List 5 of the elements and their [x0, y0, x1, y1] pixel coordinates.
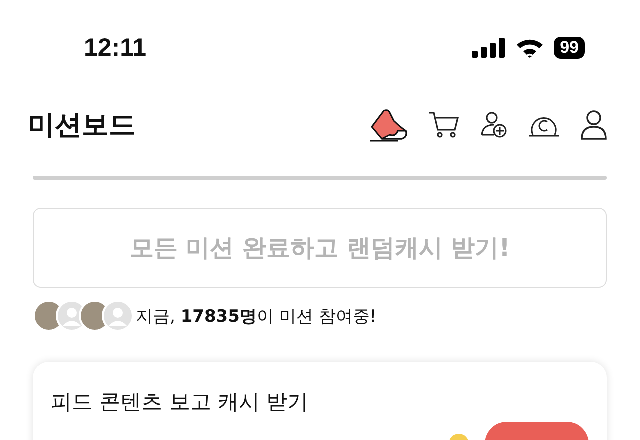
- status-time: 12:11: [84, 34, 147, 62]
- participants-text: 지금, 17835명이 미션 참여중!: [136, 306, 377, 328]
- battery-indicator: 99: [554, 37, 585, 59]
- mission-title: 피드 콘텐츠 보고 캐시 받기: [51, 389, 310, 416]
- page-title: 미션보드: [28, 109, 136, 143]
